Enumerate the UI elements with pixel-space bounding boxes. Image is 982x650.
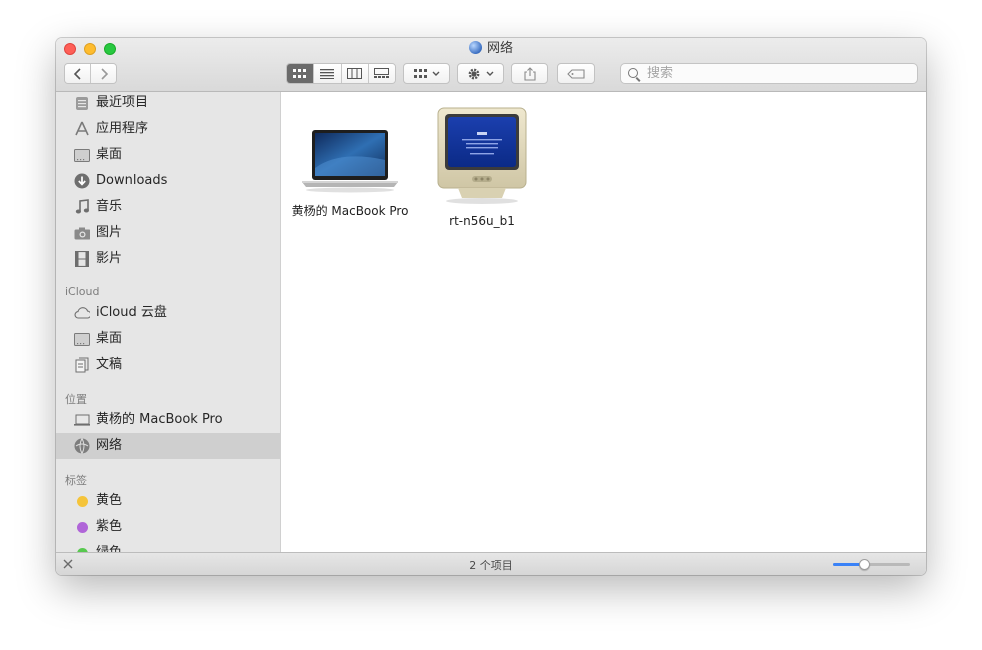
sidebar-item-downloads[interactable]: Downloads	[56, 168, 280, 194]
search-placeholder: 搜索	[647, 66, 674, 81]
sidebar-item-label: Downloads	[96, 173, 168, 188]
tag-color-dot-icon	[74, 545, 90, 552]
sidebar-item-tag-green[interactable]: 绿色	[56, 540, 280, 552]
sidebar-section-tags: 标签	[65, 474, 87, 487]
gallery-icon	[374, 68, 390, 78]
sidebar-item-label: 网络	[96, 438, 123, 453]
window-title-text: 网络	[486, 41, 513, 56]
list-icon	[320, 68, 335, 79]
tag-icon	[567, 68, 585, 79]
gallery-view-button[interactable]	[368, 64, 395, 83]
list-view-button[interactable]	[314, 64, 342, 83]
file-item-macbook[interactable]: 黄杨的 MacBook Pro	[285, 118, 415, 228]
finder-window: 网络 搜索 最近项目 应用程序 桌面 Downloads 音乐 图片 影片 iC…	[56, 38, 926, 575]
sidebar-item-label: 最近项目	[96, 95, 149, 110]
file-browser-content: 黄杨的 MacBook Pro rt-n56u_b1	[281, 92, 926, 552]
sidebar-item-music[interactable]: 音乐	[56, 194, 280, 220]
sidebar-item-label: 文稿	[96, 357, 123, 372]
globe-icon	[468, 41, 482, 54]
icon-size-slider[interactable]	[833, 559, 910, 570]
sidebar-item-movies[interactable]: 影片	[56, 246, 280, 272]
document-icon	[74, 357, 90, 373]
sidebar-item-label: 黄杨的 MacBook Pro	[96, 412, 223, 427]
group-by-button[interactable]	[403, 63, 450, 84]
share-button[interactable]	[511, 63, 548, 84]
sidebar-item-label: 音乐	[96, 199, 123, 214]
sidebar-item-pictures[interactable]: 图片	[56, 220, 280, 246]
music-icon	[74, 199, 90, 215]
search-icon	[628, 68, 638, 78]
action-menu-button[interactable]	[457, 63, 504, 84]
sidebar-item-label: 桌面	[96, 331, 123, 346]
grid-icon	[293, 68, 307, 78]
sidebar-item-label: 紫色	[96, 519, 123, 534]
crt-monitor-icon	[437, 107, 527, 204]
downloads-icon	[74, 173, 90, 189]
sidebar-item-applications[interactable]: 应用程序	[56, 116, 280, 142]
sidebar-item-icloud-desktop[interactable]: 桌面	[56, 326, 280, 352]
desktop-icon	[74, 331, 90, 347]
recents-icon	[74, 95, 90, 111]
sidebar-item-label: 黄色	[96, 493, 123, 508]
view-mode-segmented-control	[286, 63, 396, 84]
chevron-left-icon	[73, 67, 81, 80]
applications-icon	[74, 121, 90, 137]
sidebar-item-this-mac[interactable]: 黄杨的 MacBook Pro	[56, 407, 280, 433]
tag-color-dot-icon	[74, 493, 90, 509]
camera-icon	[74, 225, 90, 241]
sidebar-item-tag-yellow[interactable]: 黄色	[56, 488, 280, 514]
sidebar-item-network[interactable]: 网络	[56, 433, 280, 459]
tags-button[interactable]	[557, 63, 595, 84]
nav-buttons	[64, 63, 117, 84]
sidebar-item-label: 绿色	[96, 540, 122, 552]
item-count: 2 个项目	[469, 559, 513, 572]
sidebar-section-locations: 位置	[65, 393, 87, 406]
file-item-name: rt-n56u_b1	[449, 214, 515, 228]
sidebar-item-label: 图片	[96, 225, 123, 240]
tag-color-dot-icon	[74, 519, 90, 535]
film-icon	[74, 251, 90, 267]
column-view-button[interactable]	[341, 64, 369, 83]
laptop-icon	[74, 412, 90, 428]
window-title: 网络	[56, 41, 926, 57]
grid-dropdown-icon	[413, 68, 439, 78]
cloud-icon	[74, 305, 90, 321]
file-item-name: 黄杨的 MacBook Pro	[291, 204, 409, 218]
chevron-right-icon	[101, 67, 108, 80]
sidebar-item-desktop[interactable]: 桌面	[56, 142, 280, 168]
icon-size-slider-knob[interactable]	[859, 559, 870, 570]
title-toolbar: 网络 搜索	[56, 38, 926, 92]
macbook-icon	[302, 130, 398, 193]
sidebar-item-label: 桌面	[96, 147, 123, 162]
desktop-icon	[74, 147, 90, 163]
sidebar-item-recents[interactable]: 最近项目	[56, 92, 280, 116]
sidebar-item-label: 应用程序	[96, 121, 149, 136]
back-button[interactable]	[65, 64, 92, 83]
sidebar-item-tag-purple[interactable]: 紫色	[56, 514, 280, 540]
sidebar: 最近项目 应用程序 桌面 Downloads 音乐 图片 影片 iCloud i…	[56, 92, 281, 552]
status-bar: 2 个项目	[56, 552, 926, 575]
search-field[interactable]: 搜索	[620, 63, 918, 84]
icon-view-button[interactable]	[287, 64, 315, 83]
sidebar-item-label: iCloud 云盘	[96, 305, 167, 320]
gear-icon	[468, 68, 493, 79]
columns-icon	[347, 68, 363, 79]
share-icon	[523, 66, 536, 81]
network-icon	[74, 438, 90, 454]
forward-button[interactable]	[91, 64, 116, 83]
sidebar-item-icloud-drive[interactable]: iCloud 云盘	[56, 300, 280, 326]
file-item-rt-n56u[interactable]: rt-n56u_b1	[417, 102, 547, 228]
sidebar-section-icloud: iCloud	[65, 285, 100, 298]
sidebar-item-documents[interactable]: 文稿	[56, 352, 280, 378]
sidebar-item-label: 影片	[96, 251, 123, 266]
